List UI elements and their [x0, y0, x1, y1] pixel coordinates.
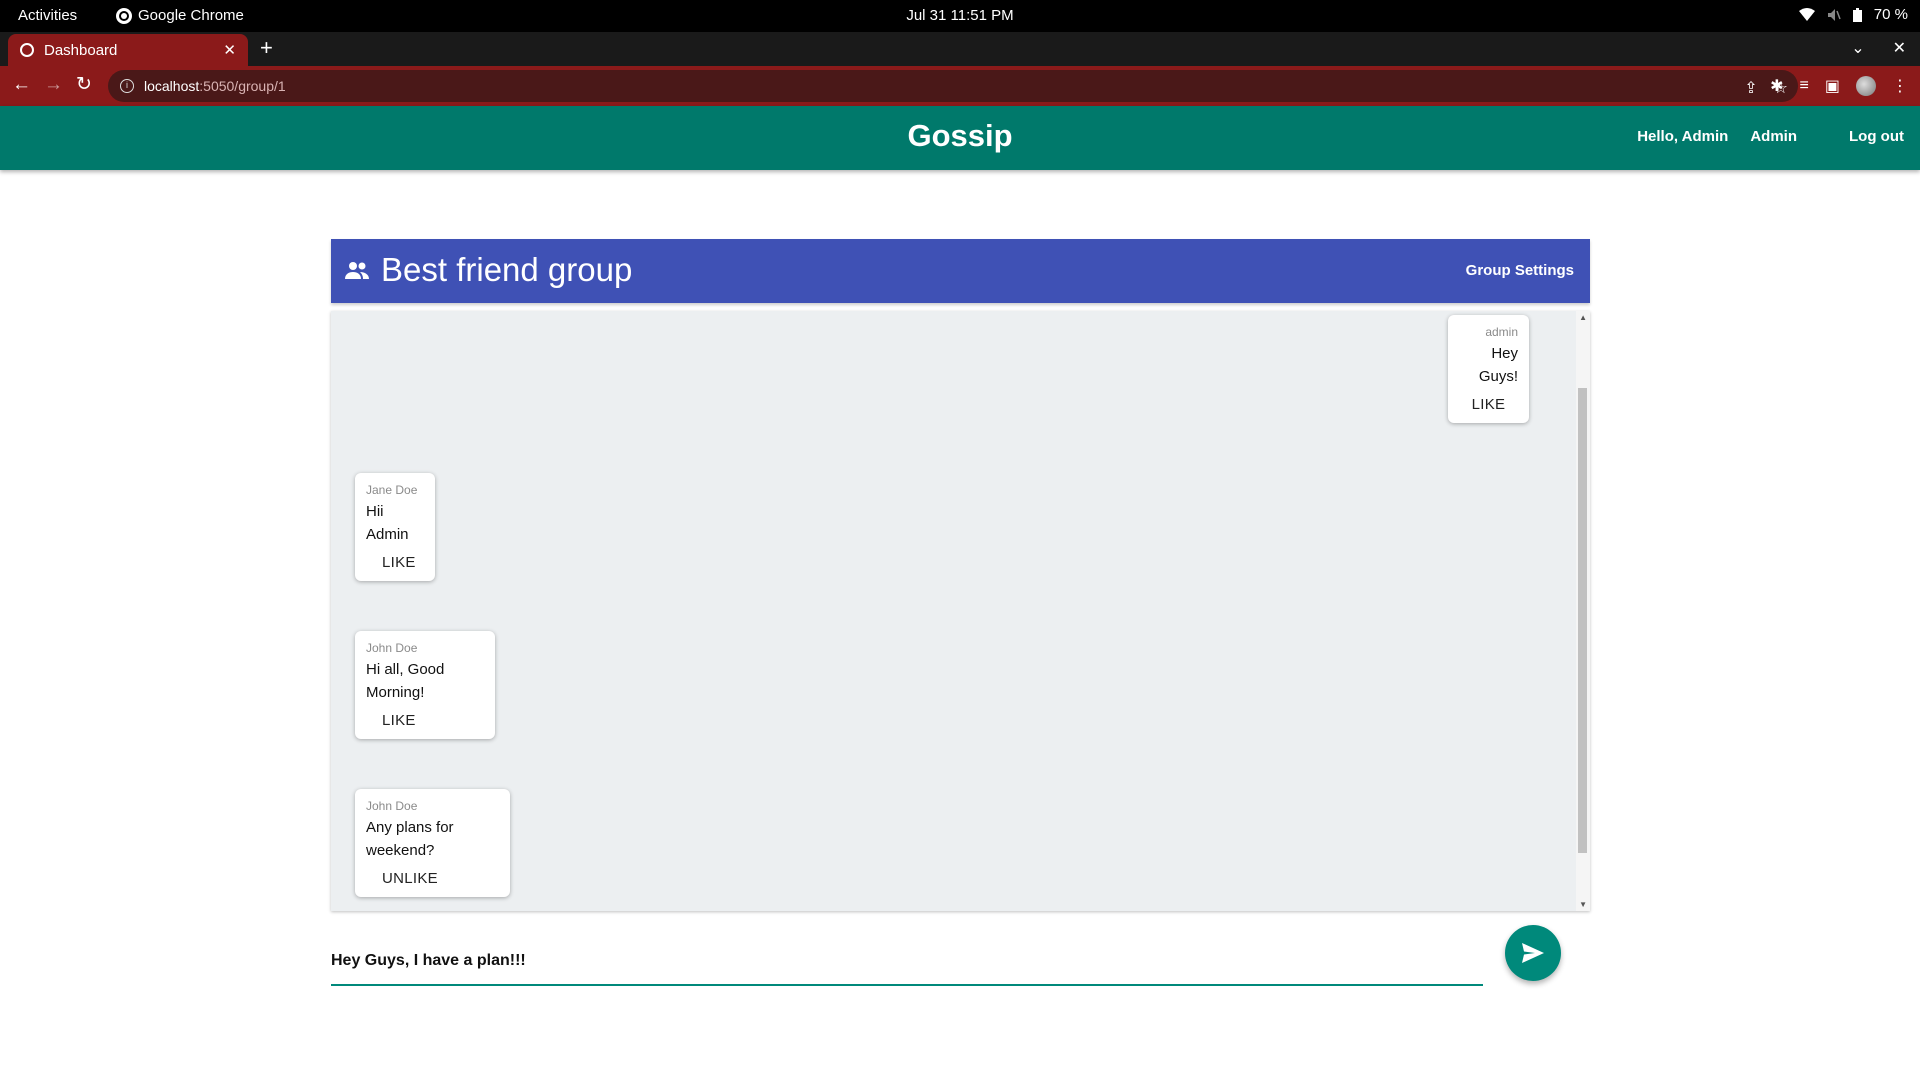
like-button[interactable]: LIKE	[366, 712, 484, 729]
battery-icon	[1852, 7, 1862, 22]
message-text: Any plans for weekend?	[366, 819, 454, 859]
message-text: Hey Guys!	[1478, 345, 1518, 385]
send-button[interactable]	[1505, 925, 1561, 981]
message-card: admin Hey Guys! LIKE	[1448, 315, 1529, 423]
message-card: Jane Doe Hii Admin LIKE	[355, 473, 435, 581]
share-icon[interactable]: ⇪	[1744, 78, 1757, 98]
reload-icon[interactable]: ↻	[76, 74, 92, 96]
tab-dashboard[interactable]: Dashboard ✕	[8, 34, 248, 66]
mute-icon	[1827, 8, 1841, 21]
info-icon[interactable]: i	[120, 79, 134, 93]
new-tab-button[interactable]: +	[260, 37, 273, 59]
back-icon[interactable]: ←	[12, 74, 31, 96]
tab-strip: Dashboard ✕ + ⌄ ✕	[0, 32, 1920, 66]
app-header: Gossip Hello, Admin Admin Log out	[0, 106, 1920, 170]
app-title: Gossip	[907, 118, 1013, 153]
message-list[interactable]: admin Hey Guys! LIKE Jane Doe Hii Admin LI…	[331, 311, 1590, 911]
message-card: John Doe Hi all, Good Morning! LIKE	[355, 631, 495, 739]
tab-title: Dashboard	[44, 41, 118, 59]
extensions-icon[interactable]: ✱	[1770, 76, 1783, 96]
message-author: admin	[1485, 325, 1518, 339]
globe-icon	[20, 43, 34, 57]
group-header: Best friend group Group Settings	[331, 239, 1590, 303]
like-button[interactable]: LIKE	[1459, 396, 1518, 413]
message-input[interactable]: Hey Guys, I have a plan!!!	[331, 940, 1483, 986]
menu-kebab-icon[interactable]: ⋮	[1892, 76, 1908, 96]
logout-link[interactable]: Log out	[1849, 128, 1904, 145]
clock[interactable]: Jul 31 11:51 PM	[0, 7, 1920, 24]
scroll-down-arrow-icon[interactable]: ▼	[1579, 900, 1587, 909]
admin-link[interactable]: Admin	[1750, 128, 1797, 145]
side-panel-icon[interactable]: ▣	[1825, 76, 1840, 96]
system-tray[interactable]: 70 %	[1798, 6, 1908, 23]
scrollbar-thumb[interactable]	[1578, 388, 1587, 853]
scrollbar[interactable]: ▲ ▼	[1576, 311, 1590, 911]
message-author: John Doe	[366, 641, 418, 655]
message-author: Jane Doe	[366, 483, 418, 497]
message-text: Hi all, Good Morning!	[366, 661, 445, 701]
group-settings-button[interactable]: Group Settings	[1466, 262, 1574, 279]
url-host: localhost	[144, 78, 200, 94]
like-button[interactable]: LIKE	[366, 554, 424, 571]
greeting-link[interactable]: Hello, Admin	[1637, 128, 1728, 145]
forward-icon[interactable]: →	[44, 74, 63, 96]
unlike-button[interactable]: UNLIKE	[366, 870, 499, 887]
header-nav: Hello, Admin Admin Log out	[1637, 128, 1904, 145]
message-text: Hii Admin	[366, 503, 409, 543]
scroll-up-arrow-icon[interactable]: ▲	[1579, 313, 1587, 322]
wifi-icon	[1798, 7, 1815, 21]
reading-list-icon[interactable]: ≡	[1800, 77, 1809, 95]
send-icon	[1522, 943, 1544, 963]
profile-avatar[interactable]	[1856, 76, 1876, 96]
group-name: Best friend group	[381, 251, 633, 288]
message-author: John Doe	[366, 799, 418, 813]
battery-level: 70 %	[1873, 6, 1908, 23]
tab-search-icon[interactable]: ⌄	[1851, 38, 1864, 58]
message-card: John Doe Any plans for weekend? UNLIKE	[355, 789, 510, 897]
group-people-icon	[345, 262, 369, 279]
window-close-icon[interactable]: ✕	[1893, 38, 1906, 58]
close-icon[interactable]: ✕	[223, 41, 236, 59]
os-top-bar: Activities Google Chrome Jul 31 11:51 PM…	[0, 0, 1920, 32]
address-bar[interactable]: i localhost:5050/group/1	[108, 70, 1798, 102]
url-path: :5050/group/1	[199, 78, 286, 94]
browser-toolbar: ← → ↻ i localhost:5050/group/1 ⇪ ☆ ✱ ≡ ▣…	[0, 66, 1920, 106]
